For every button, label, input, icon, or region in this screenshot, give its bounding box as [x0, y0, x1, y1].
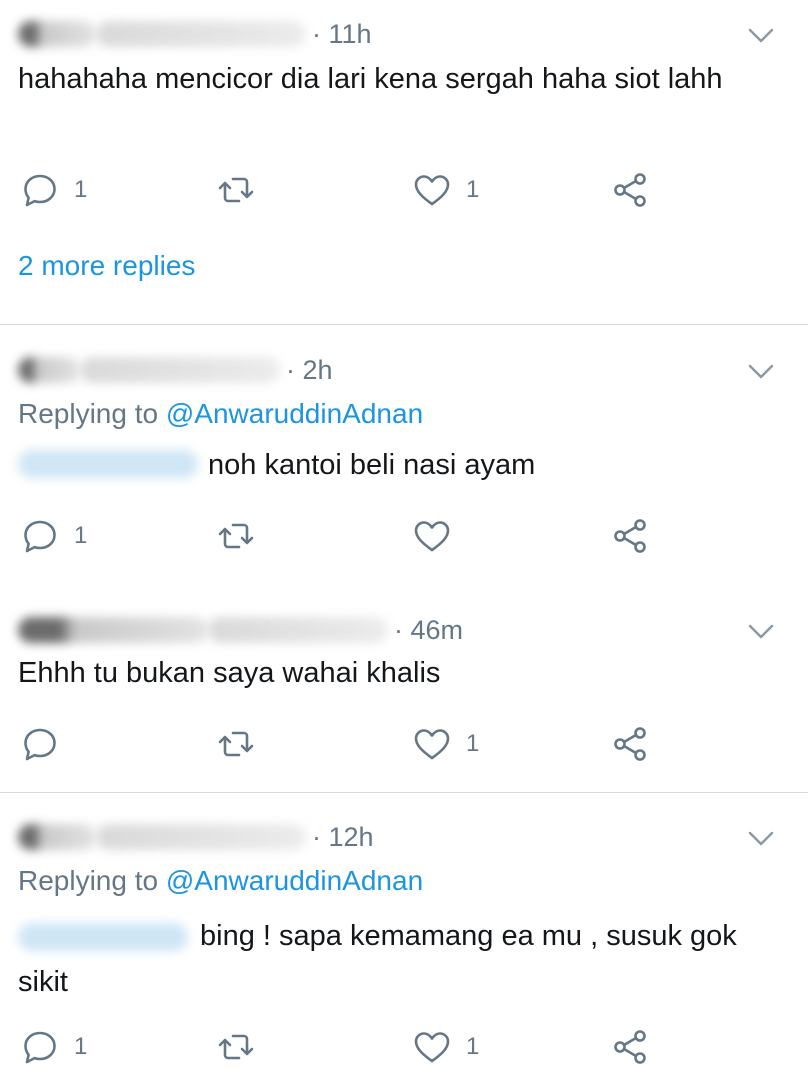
author-handle-redacted: [80, 357, 280, 383]
like-button[interactable]: 1: [412, 724, 479, 764]
redacted-mention: [18, 450, 198, 478]
tweet[interactable]: · 46m Ehhh tu bukan saya wahai khalis 1: [0, 608, 808, 778]
share-icon: [610, 724, 650, 764]
mention-link[interactable]: @AnwaruddinAdnan: [166, 865, 423, 896]
chevron-down-icon[interactable]: [748, 364, 774, 380]
replying-to: Replying to @AnwaruddinAdnan: [18, 865, 423, 897]
retweet-button[interactable]: [216, 724, 256, 764]
retweet-icon: [216, 516, 256, 556]
retweet-button[interactable]: [216, 170, 256, 210]
like-icon: [412, 170, 452, 210]
share-icon: [610, 516, 650, 556]
tweet-time: · 12h: [312, 821, 374, 852]
tweet-meta: · 46m: [18, 608, 463, 652]
tweet-actions: 1: [0, 516, 808, 556]
retweet-icon: [216, 1027, 256, 1067]
replying-to-label: Replying to: [18, 398, 166, 429]
tweet-text: bing ! sapa kemamang ea mu , susuk gok s…: [18, 920, 737, 998]
like-button[interactable]: 1: [412, 170, 479, 210]
divider: [0, 324, 808, 325]
tweet-time: · 2h: [286, 354, 333, 385]
reply-icon: [20, 724, 60, 764]
reply-icon: [20, 516, 60, 556]
reply-icon: [20, 170, 60, 210]
reply-count: 1: [74, 522, 88, 549]
tweet-time: · 11h: [312, 18, 372, 49]
tweet-actions: 1 1: [0, 170, 808, 210]
replying-to: Replying to @AnwaruddinAdnan: [18, 398, 423, 430]
replying-to-label: Replying to: [18, 865, 166, 896]
mention-link[interactable]: @AnwaruddinAdnan: [166, 398, 423, 429]
reply-icon: [20, 1027, 60, 1067]
tweet-actions: 1: [0, 724, 808, 764]
reply-button[interactable]: 1: [20, 516, 87, 556]
author-name-redacted: [18, 824, 96, 850]
like-button[interactable]: 1: [412, 1027, 479, 1067]
author-name-redacted: [18, 21, 96, 47]
reply-count: 1: [74, 176, 88, 203]
tweet-text: noh kantoi beli nasi ayam: [208, 449, 536, 481]
share-button[interactable]: [610, 170, 650, 210]
more-replies-link[interactable]: 2 more replies: [18, 250, 195, 282]
like-icon: [412, 1027, 452, 1067]
tweet-actions: 1 1: [0, 1027, 808, 1067]
like-icon: [412, 516, 452, 556]
chevron-down-icon[interactable]: [748, 28, 774, 44]
reply-button[interactable]: 1: [20, 170, 87, 210]
tweet-text: Ehhh tu bukan saya wahai khalis: [18, 657, 441, 689]
retweet-button[interactable]: [216, 516, 256, 556]
tweet[interactable]: · 12h Replying to @AnwaruddinAdnan bing …: [0, 815, 808, 1080]
reply-count: 1: [74, 1033, 88, 1060]
share-button[interactable]: [610, 1027, 650, 1067]
like-button[interactable]: [412, 516, 452, 556]
share-icon: [610, 1027, 650, 1067]
share-button[interactable]: [610, 516, 650, 556]
share-icon: [610, 170, 650, 210]
like-count: 1: [466, 176, 480, 203]
retweet-icon: [216, 170, 256, 210]
tweet-meta: · 12h: [18, 815, 374, 859]
tweet-text: hahahaha mencicor dia lari kena sergah h…: [18, 63, 723, 95]
tweet[interactable]: · 2h Replying to @AnwaruddinAdnan noh ka…: [0, 348, 808, 568]
author-handle-redacted: [208, 617, 388, 643]
like-icon: [412, 724, 452, 764]
divider: [0, 792, 808, 793]
chevron-down-icon[interactable]: [748, 831, 774, 847]
like-count: 1: [466, 1033, 480, 1060]
tweet[interactable]: · 11h hahahaha mencicor dia lari kena se…: [0, 12, 808, 312]
author-name-redacted: [18, 357, 80, 383]
retweet-button[interactable]: [216, 1027, 256, 1067]
chevron-down-icon[interactable]: [748, 624, 774, 640]
reply-button[interactable]: [20, 724, 60, 764]
author-handle-redacted: [96, 824, 306, 850]
tweet-meta: · 11h: [18, 12, 372, 56]
like-count: 1: [466, 730, 480, 757]
retweet-icon: [216, 724, 256, 764]
author-handle-redacted: [96, 21, 306, 47]
tweet-time: · 46m: [394, 614, 464, 645]
tweet-meta: · 2h: [18, 348, 333, 392]
reply-button[interactable]: 1: [20, 1027, 87, 1067]
share-button[interactable]: [610, 724, 650, 764]
author-name-redacted: [18, 617, 208, 643]
